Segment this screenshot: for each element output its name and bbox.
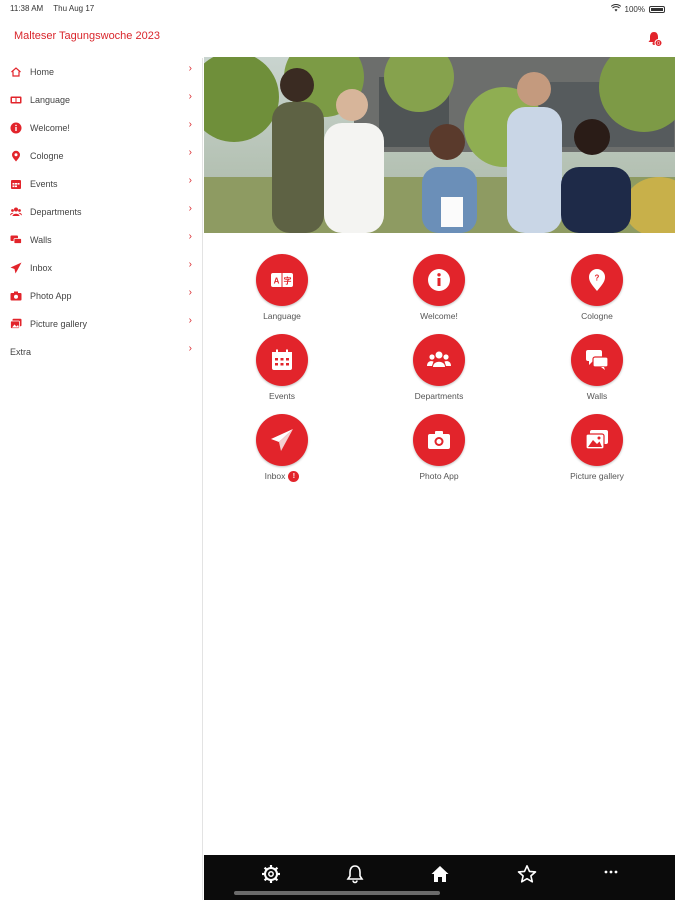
more-icon[interactable] (600, 863, 622, 885)
gallery-icon (571, 414, 623, 466)
sidebar-item-departments[interactable]: Departments › (0, 198, 202, 226)
tile-walls[interactable]: Walls (537, 334, 657, 406)
chevron-right-icon: › (188, 343, 192, 354)
info-icon (413, 254, 465, 306)
tile-cologne[interactable]: ? Cologne (537, 254, 657, 326)
sidebar-item-extra[interactable]: Extra › (0, 338, 202, 366)
notification-bell-icon[interactable]: 0 (647, 30, 663, 48)
sidebar-item-home[interactable]: Home › (0, 58, 202, 86)
home-icon (10, 66, 22, 78)
svg-text:?: ? (595, 274, 600, 283)
chevron-right-icon: › (188, 91, 192, 102)
status-bar: 11:38 AM Thu Aug 17 100% (0, 0, 675, 18)
star-icon[interactable] (516, 863, 538, 885)
sidebar-item-cologne[interactable]: Cologne › (0, 142, 202, 170)
tile-picture-gallery[interactable]: Picture gallery (537, 414, 657, 486)
battery-icon (649, 5, 665, 13)
sidebar-item-label: Extra (10, 347, 32, 357)
sidebar-item-label: Picture gallery (30, 319, 88, 329)
chevron-right-icon: › (188, 231, 192, 242)
sidebar-menu: Home › Language › Welcome! › Cologne › E… (0, 58, 203, 900)
sidebar-item-label: Home (30, 67, 55, 77)
language-icon: A字 (256, 254, 308, 306)
sidebar-item-label: Walls (30, 235, 52, 245)
sidebar-item-label: Photo App (30, 291, 72, 301)
tile-label: Welcome! (420, 311, 458, 321)
sidebar-item-inbox[interactable]: Inbox › (0, 254, 202, 282)
bell-icon[interactable] (344, 863, 366, 885)
status-date: Thu Aug 17 (53, 4, 95, 13)
sidebar-item-picture-gallery[interactable]: Picture gallery › (0, 310, 202, 338)
sidebar-item-label: Departments (30, 207, 82, 217)
tile-inbox[interactable]: Inbox! (222, 414, 342, 486)
settings-icon[interactable] (260, 863, 282, 885)
svg-text:0: 0 (657, 41, 660, 47)
sidebar-item-label: Welcome! (30, 123, 70, 133)
notification-badge: ! (288, 470, 300, 482)
paper-plane-icon (256, 414, 308, 466)
app-title: Malteser Tagungswoche 2023 (14, 30, 160, 42)
sidebar-item-welcome[interactable]: Welcome! › (0, 114, 202, 142)
sidebar-item-label: Events (30, 179, 58, 189)
tile-label: Events (269, 391, 295, 401)
tile-welcome[interactable]: Welcome! (379, 254, 499, 326)
battery-percent: 100% (624, 4, 645, 14)
paper-plane-icon (10, 262, 22, 274)
sidebar-item-events[interactable]: Events › (0, 170, 202, 198)
sidebar-item-label: Inbox (30, 263, 53, 273)
tile-photo-app[interactable]: Photo App (379, 414, 499, 486)
chevron-right-icon: › (188, 287, 192, 298)
hero-photo (204, 57, 675, 233)
info-icon (10, 122, 22, 134)
svg-text:A: A (274, 277, 280, 286)
status-time: 11:38 AM (10, 4, 44, 13)
home-indicator[interactable] (234, 891, 440, 895)
chevron-right-icon: › (188, 259, 192, 270)
calendar-icon (10, 178, 22, 190)
tile-language[interactable]: A字 Language (222, 254, 342, 326)
tile-label: Cologne (581, 311, 613, 321)
tile-label: Language (263, 311, 301, 321)
tile-label: Picture gallery (570, 471, 624, 481)
tile-label: Photo App (419, 471, 459, 481)
sidebar-item-label: Cologne (30, 151, 64, 161)
wifi-icon (610, 4, 621, 14)
gallery-icon (10, 318, 22, 330)
chat-icon (571, 334, 623, 386)
chevron-right-icon: › (188, 203, 192, 214)
chevron-right-icon: › (188, 147, 192, 158)
chevron-right-icon: › (188, 119, 192, 130)
calendar-icon (256, 334, 308, 386)
home-icon[interactable] (429, 863, 451, 885)
tile-events[interactable]: Events (222, 334, 342, 406)
language-icon (10, 94, 22, 106)
tile-label: Inbox! (265, 470, 300, 482)
chat-icon (10, 234, 22, 246)
location-pin-icon: ? (571, 254, 623, 306)
svg-text:字: 字 (284, 276, 292, 286)
chevron-right-icon: › (188, 175, 192, 186)
camera-icon (413, 414, 465, 466)
users-icon (10, 206, 22, 218)
users-icon (413, 334, 465, 386)
sidebar-item-label: Language (30, 95, 71, 105)
chevron-right-icon: › (188, 63, 192, 74)
tile-departments[interactable]: Departments (379, 334, 499, 406)
camera-icon (10, 290, 22, 302)
tile-label: Walls (586, 391, 608, 401)
sidebar-item-walls[interactable]: Walls › (0, 226, 202, 254)
tile-label: Departments (414, 391, 464, 401)
location-pin-icon (10, 150, 22, 162)
sidebar-item-language[interactable]: Language › (0, 86, 202, 114)
chevron-right-icon: › (188, 315, 192, 326)
sidebar-item-photo-app[interactable]: Photo App › (0, 282, 202, 310)
